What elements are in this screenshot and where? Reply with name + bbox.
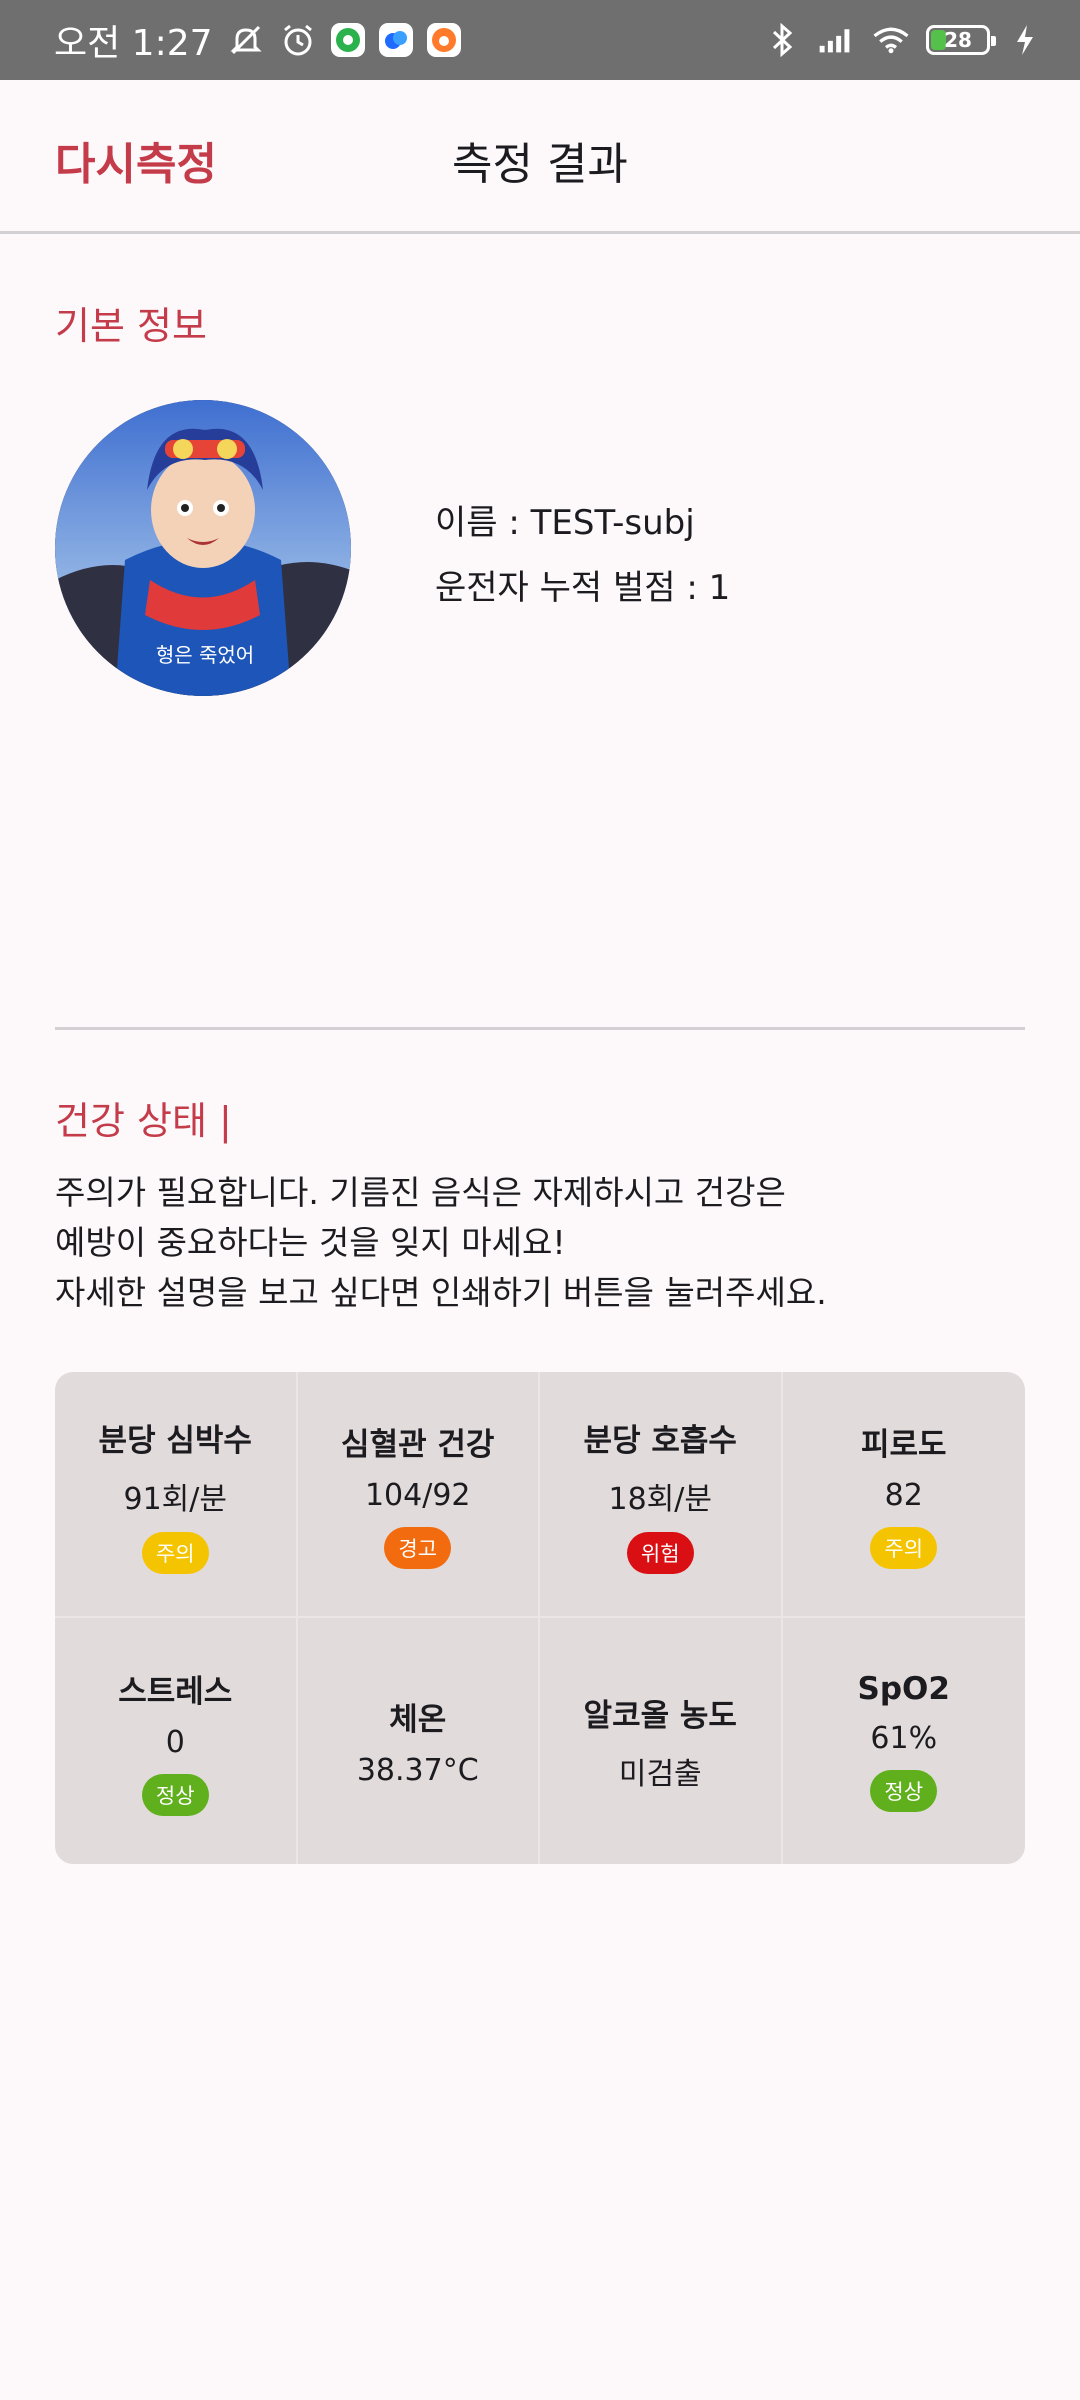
metric-value: 91회/분 (123, 1481, 227, 1517)
metric-body-temperature: 체온 38.37°C (298, 1618, 540, 1864)
metric-label: 체온 (389, 1702, 447, 1738)
health-message: 주의가 필요합니다. 기름진 음식은 자제하시고 건강은 예방이 중요하다는 것… (55, 1168, 1035, 1318)
wifi-icon (872, 21, 910, 59)
header-divider (0, 231, 1080, 234)
orange-app-icon (426, 23, 461, 57)
avatar: 형은 죽었어 (55, 400, 351, 696)
blue-app-icon (378, 23, 413, 57)
alarm-icon (279, 21, 317, 59)
health-message-line: 주의가 필요합니다. 기름진 음식은 자제하시고 건강은 (55, 1173, 786, 1212)
status-badge: 정상 (141, 1774, 209, 1816)
green-app-icon (330, 23, 365, 57)
metric-spo2: SpO2 61% 정상 (783, 1618, 1026, 1864)
name-text: 이름 : TEST-subj (435, 503, 695, 543)
penalty-text: 운전자 누적 벌점 : 1 (435, 568, 731, 608)
metric-value: 0 (165, 1725, 185, 1760)
metrics-grid: 분당 심박수 91회/분 주의 심혈관 건강 104/92 경고 분당 호흡수 … (55, 1372, 1025, 1864)
page-title: 측정 결과 (452, 139, 628, 190)
battery-icon: 28 (926, 25, 996, 55)
status-badge: 정상 (870, 1769, 938, 1812)
metric-fatigue: 피로도 82 주의 (782, 1372, 1025, 1618)
metric-label: 피로도 (860, 1427, 947, 1463)
metric-label: 분당 호흡수 (583, 1422, 737, 1459)
metric-value: 104/92 (364, 1478, 471, 1513)
metric-value: 18회/분 (608, 1481, 712, 1517)
basic-info-title: 기본 정보 (55, 304, 207, 348)
metric-label: 심혈관 건강 (341, 1427, 495, 1463)
metric-value: 38.37°C (356, 1753, 479, 1788)
status-time: 오전 1:27 (54, 23, 213, 64)
mute-icon (227, 21, 265, 59)
metric-label: 알코올 농도 (583, 1697, 737, 1734)
metric-heart-rate: 분당 심박수 91회/분 주의 (55, 1372, 298, 1618)
health-message-line: 예방이 중요하다는 것을 잊지 마세요! (55, 1223, 566, 1262)
metric-value: 미검출 (618, 1756, 702, 1792)
avatar-caption: 형은 죽었어 (156, 643, 254, 667)
metric-stress: 스트레스 0 정상 (55, 1618, 298, 1864)
metric-alcohol: 알코올 농도 미검출 (540, 1618, 783, 1864)
section-divider (55, 1027, 1025, 1030)
metric-label: SpO2 (857, 1670, 950, 1707)
signal-icon (818, 21, 856, 59)
retest-button[interactable]: 다시측정 (55, 128, 217, 192)
health-message-line: 자세한 설명을 보고 싶다면 인쇄하기 버튼을 눌러주세요. (55, 1273, 827, 1312)
metric-respiration: 분당 호흡수 18회/분 위험 (540, 1372, 783, 1618)
metric-label: 스트레스 (118, 1674, 233, 1710)
status-badge: 주의 (141, 1531, 209, 1574)
status-bar: 오전 1:27 28 (0, 0, 1080, 80)
metric-value: 61% (870, 1720, 938, 1756)
metric-label: 분당 심박수 (98, 1422, 252, 1459)
battery-level: 28 (944, 28, 972, 52)
status-badge: 위험 (626, 1531, 694, 1574)
bluetooth-icon (764, 21, 802, 59)
charging-icon (1006, 21, 1044, 59)
top-app-bar: 다시측정 측정 결과 (0, 80, 1080, 232)
status-badge: 주의 (870, 1527, 938, 1569)
health-status-title: 건강 상태 | (55, 1099, 232, 1143)
metric-cardiovascular: 심혈관 건강 104/92 경고 (297, 1372, 540, 1618)
metric-value: 82 (884, 1478, 923, 1513)
status-badge: 경고 (384, 1527, 452, 1569)
